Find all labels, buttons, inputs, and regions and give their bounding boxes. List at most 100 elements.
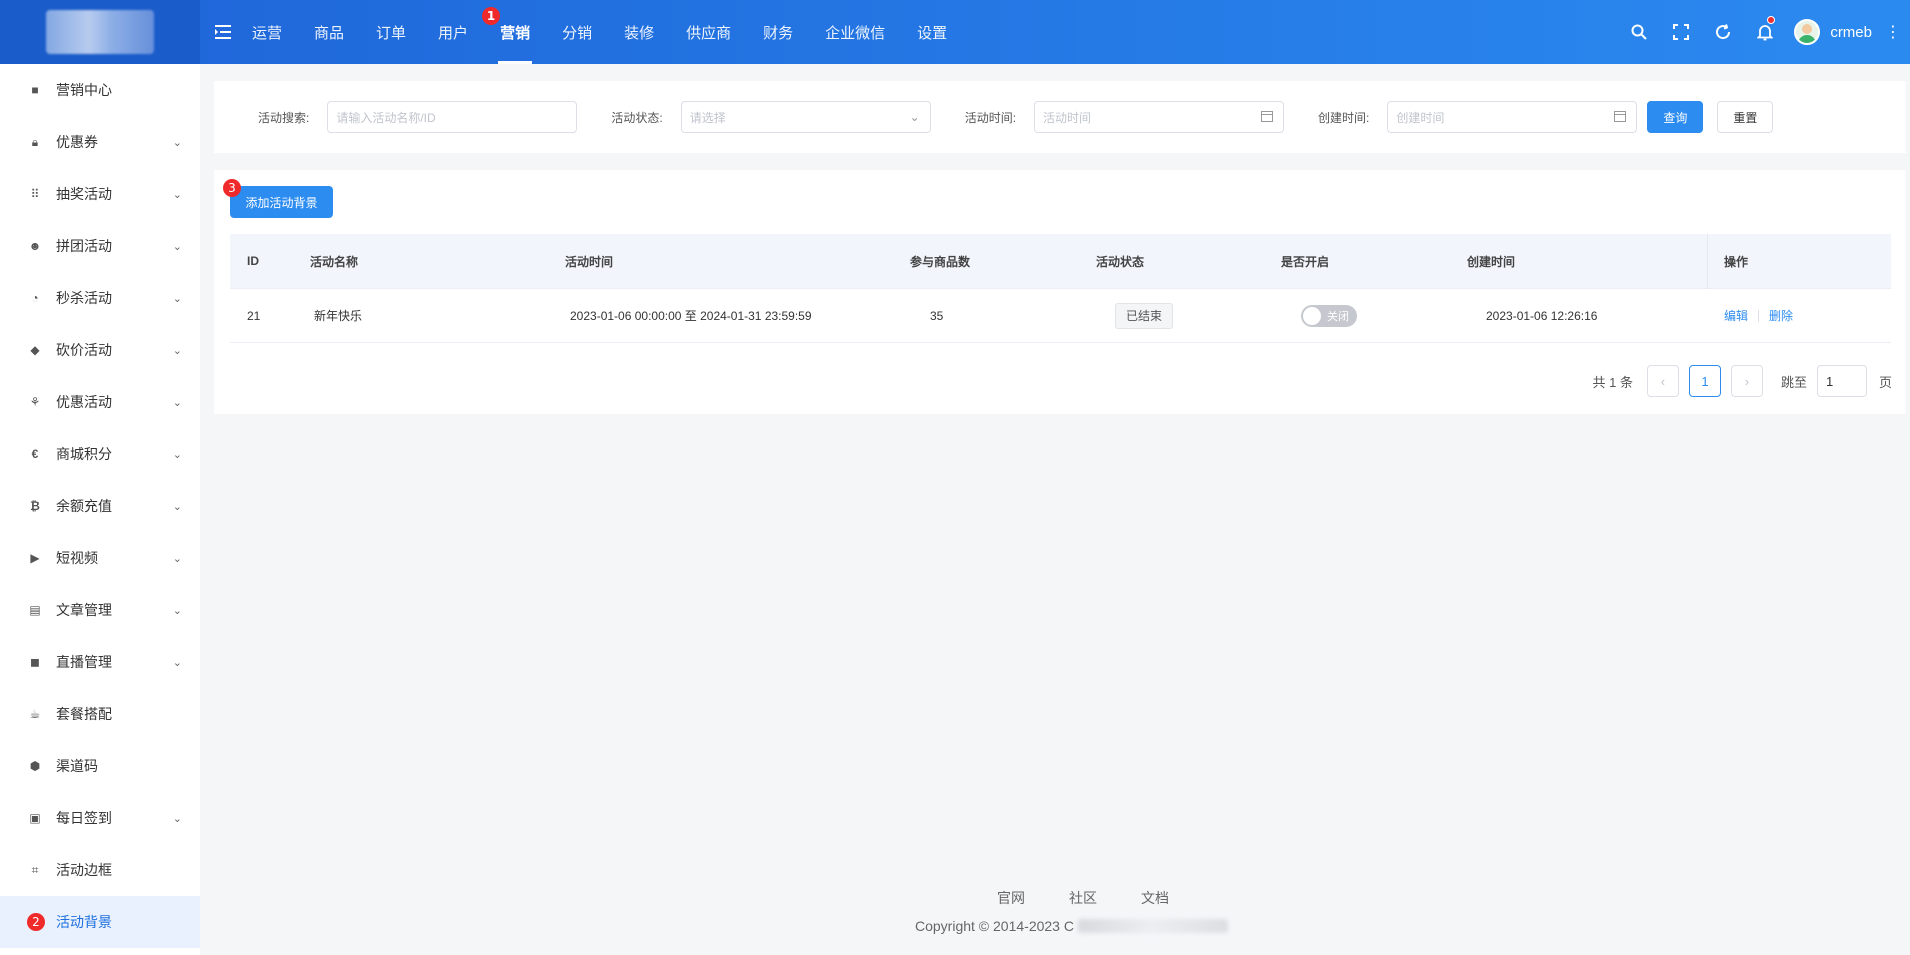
cell-created: 2023-01-06 12:26:16: [1486, 308, 1598, 323]
sidebar-item-combo[interactable]: ☕︎ 套餐搭配: [0, 688, 200, 740]
sidebar-item-bargain[interactable]: ◆ 砍价活动 ⌄: [0, 324, 200, 376]
table-header: ID 活动名称 活动时间 参与商品数 活动状态 是否开启 创建时间 操作: [230, 234, 1891, 289]
sidebar-item-points[interactable]: € 商城积分 ⌄: [0, 428, 200, 480]
nav-label: 企业微信: [825, 24, 886, 42]
user-name: crmeb: [1830, 23, 1872, 41]
video-icon: ▶: [30, 551, 40, 565]
copyright-text: Copyright © 2014-2023 C: [915, 918, 1074, 934]
nav-distribution[interactable]: 分销: [546, 0, 608, 64]
footer-link-docs[interactable]: 文档: [1141, 888, 1169, 908]
page-unit-label: 页: [1878, 374, 1892, 390]
sidebar-item-label: 活动边框: [56, 862, 112, 878]
jump-page-input[interactable]: 1: [1816, 365, 1867, 397]
page-number-button[interactable]: 1: [1688, 365, 1721, 397]
sidebar-item-discount[interactable]: ⚘ 优惠活动 ⌄: [0, 376, 200, 428]
nav-users[interactable]: 用户: [422, 0, 484, 64]
sidebar-item-label: 秒杀活动: [56, 290, 112, 306]
search-input[interactable]: 请输入活动名称/ID: [327, 101, 578, 133]
crop-icon: ⌗: [31, 862, 39, 877]
sidebar-item-live[interactable]: ◼ 直播管理 ⌄: [0, 636, 200, 688]
sidebar-item-coupons[interactable]: 🔒︎ 优惠券 ⌄: [0, 116, 200, 168]
chevron-down-icon: ⌄: [172, 500, 182, 513]
bitcoin-icon: ₿: [30, 499, 40, 513]
euro-icon: €: [31, 447, 39, 461]
logo-area: [0, 0, 200, 64]
cell-actions: 编辑 删除: [1724, 289, 1793, 342]
nav-label: 运营: [252, 24, 283, 42]
column-header-created: 创建时间: [1467, 254, 1516, 269]
copyright: Copyright © 2014-2023 C: [915, 918, 1228, 934]
nav-operations[interactable]: 运营: [236, 0, 298, 64]
top-header: 运营 商品 订单 用户 1 营销 分销 装修 供应商 财务 企业微信 设置 cr…: [0, 0, 1910, 64]
action-divider: [1758, 309, 1760, 322]
step-marker: 3: [223, 179, 241, 197]
jump-label: 跳至: [1780, 374, 1807, 390]
reset-button[interactable]: 重置: [1717, 101, 1774, 133]
article-icon: ▤: [29, 603, 41, 617]
discount-icon: ⚘: [29, 395, 41, 409]
created-time-picker[interactable]: 创建时间: [1387, 101, 1638, 133]
total-count: 共 1 条: [1592, 374, 1633, 390]
chevron-down-icon: ⌄: [172, 448, 182, 461]
time-placeholder: 活动时间: [1043, 110, 1092, 125]
grid-icon: ⠿: [30, 187, 40, 201]
nav-orders[interactable]: 订单: [360, 0, 422, 64]
toggle-label: 关闭: [1327, 310, 1349, 323]
brand-logo[interactable]: [46, 10, 154, 54]
sidebar-item-flash-sale[interactable]: ◔ 秒杀活动 ⌄: [0, 272, 200, 324]
status-select[interactable]: 请选择 ⌄: [680, 101, 931, 133]
prev-page-button[interactable]: ‹: [1646, 365, 1679, 397]
nav-finance[interactable]: 财务: [747, 0, 809, 64]
nav-decoration[interactable]: 装修: [608, 0, 670, 64]
nav-marketing[interactable]: 1 营销: [482, 0, 546, 64]
user-menu[interactable]: crmeb: [1786, 19, 1884, 45]
search-placeholder: 请输入活动名称/ID: [336, 110, 436, 125]
nav-label: 设置: [917, 24, 948, 42]
sidebar-item-lottery[interactable]: ⠿ 抽奖活动 ⌄: [0, 168, 200, 220]
sidebar-item-daily-sign[interactable]: ▣ 每日签到 ⌄: [0, 792, 200, 844]
refresh-icon[interactable]: [1702, 0, 1744, 64]
nav-products[interactable]: 商品: [298, 0, 360, 64]
nav-label: 营销: [500, 24, 531, 42]
add-activity-background-button[interactable]: 3 添加活动背景: [223, 179, 333, 218]
nav-label: 用户: [438, 24, 469, 42]
sidebar-item-group-buy[interactable]: ☻ 拼团活动 ⌄: [0, 220, 200, 272]
sidebar-item-label: 活动背景: [56, 914, 112, 930]
more-options-icon[interactable]: ⋮: [1884, 22, 1902, 42]
edit-link[interactable]: 编辑: [1724, 307, 1748, 324]
sidebar-item-label: 砍价活动: [56, 342, 112, 358]
menu-collapse-icon[interactable]: [212, 21, 234, 43]
nav-enterprise-wechat[interactable]: 企业微信: [809, 0, 901, 64]
nav-settings[interactable]: 设置: [901, 0, 963, 64]
search-icon[interactable]: [1618, 0, 1660, 64]
sidebar-item-balance-recharge[interactable]: ₿ 余额充值 ⌄: [0, 480, 200, 532]
enabled-toggle[interactable]: 关闭: [1301, 304, 1357, 327]
chevron-down-icon: ⌄: [172, 136, 182, 149]
nav-supplier[interactable]: 供应商: [670, 0, 747, 64]
sidebar-item-activity-frame[interactable]: ⌗ 活动边框: [0, 844, 200, 896]
chevron-down-icon: ⌄: [172, 344, 182, 357]
fullscreen-icon[interactable]: [1660, 0, 1702, 64]
column-header-enabled: 是否开启: [1281, 254, 1330, 269]
footer-links: 官网 社区 文档: [975, 888, 1191, 908]
sidebar-item-short-video[interactable]: ▶ 短视频 ⌄: [0, 532, 200, 584]
marketing-center-icon: ■: [31, 83, 39, 97]
activity-time-picker[interactable]: 活动时间: [1034, 101, 1285, 133]
footer-link-community[interactable]: 社区: [1069, 888, 1097, 908]
footer-link-website[interactable]: 官网: [997, 888, 1025, 908]
cell-id: 21: [247, 308, 261, 323]
next-page-button[interactable]: ›: [1730, 365, 1763, 397]
delete-link[interactable]: 删除: [1769, 307, 1793, 324]
notification-bell-icon[interactable]: [1744, 0, 1786, 64]
sidebar-item-activity-background[interactable]: 2 活动背景: [0, 896, 200, 948]
status-placeholder: 请选择: [689, 110, 726, 125]
created-placeholder: 创建时间: [1396, 110, 1445, 125]
activity-time-label: 活动时间:: [964, 110, 1017, 125]
query-button[interactable]: 查询: [1647, 101, 1704, 133]
chevron-down-icon: ⌄: [909, 110, 920, 124]
sidebar-item-articles[interactable]: ▤ 文章管理 ⌄: [0, 584, 200, 636]
sidebar-item-channel-code[interactable]: ⬢ 渠道码: [0, 740, 200, 792]
clock-icon: ◔: [31, 291, 39, 305]
sidebar-item-marketing-center[interactable]: ■ 营销中心: [0, 64, 200, 116]
group-icon: ☻: [28, 239, 42, 253]
